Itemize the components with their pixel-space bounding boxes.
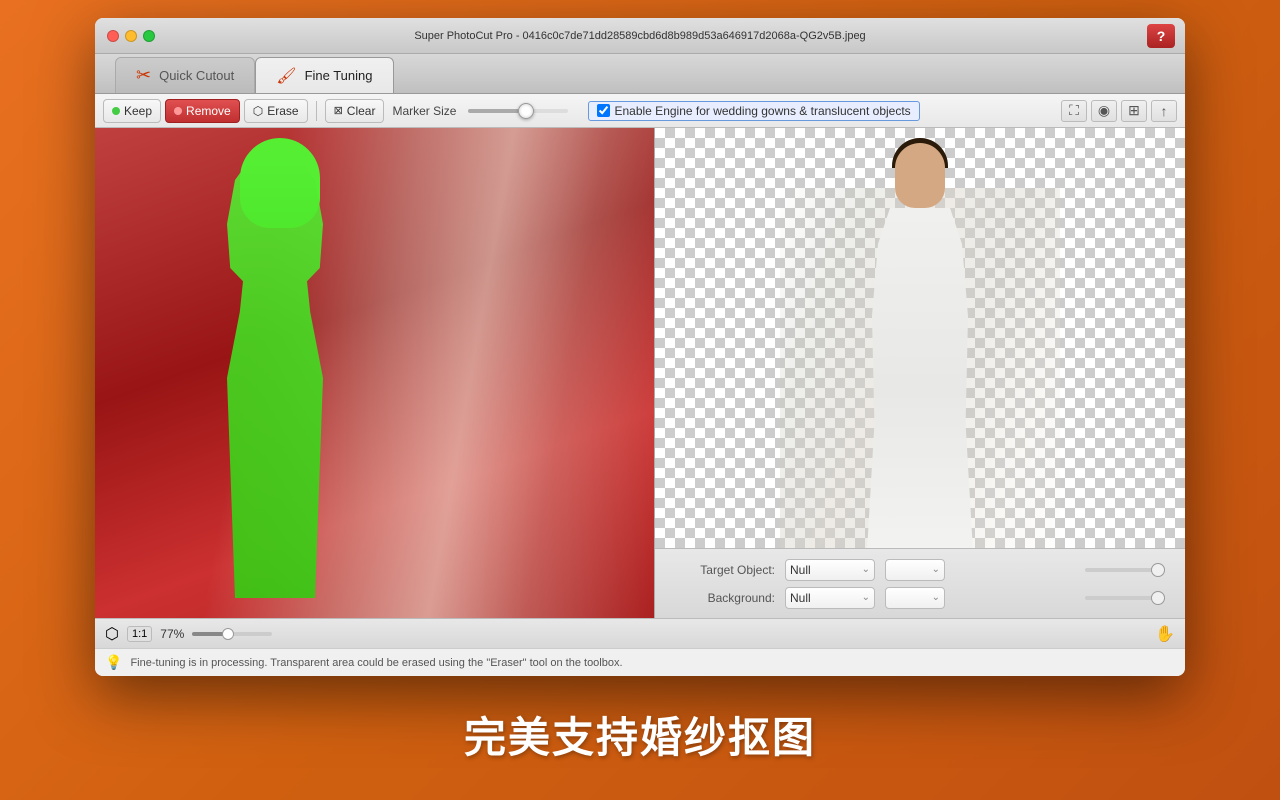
- color-view-button[interactable]: ◉: [1091, 100, 1117, 122]
- keep-dot: [112, 107, 120, 115]
- target-object-slider[interactable]: [1085, 568, 1165, 572]
- tab-quick-cutout[interactable]: ✂ Quick Cutout: [115, 57, 255, 93]
- keep-label: Keep: [124, 104, 152, 118]
- marker-size-slider[interactable]: [468, 109, 568, 113]
- result-head: [895, 143, 945, 208]
- bottom-caption: 完美支持婚纱抠图: [464, 704, 816, 765]
- target-object-value: Null: [790, 563, 811, 577]
- tab-quick-cutout-label: Quick Cutout: [159, 68, 234, 83]
- app-window: Super PhotoCut Pro - 0416c0c7de71dd28589…: [95, 18, 1185, 676]
- separator-1: [316, 101, 317, 121]
- target-object-2-arrow: ⌄: [932, 564, 940, 575]
- camera-icon[interactable]: ⬡: [105, 624, 119, 644]
- background-value: Null: [790, 591, 811, 605]
- title-bar: Super PhotoCut Pro - 0416c0c7de71dd28589…: [95, 18, 1185, 54]
- background-arrow: ⌄: [862, 592, 870, 603]
- window-title: Super PhotoCut Pro - 0416c0c7de71dd28589…: [414, 30, 865, 42]
- tab-fine-tuning[interactable]: 🖌 Fine Tuning: [255, 57, 393, 93]
- zoom-slider[interactable]: [192, 632, 272, 636]
- right-panel[interactable]: Target Object: Null ⌄ ⌄ Background:: [655, 128, 1185, 618]
- status-bar: 💡 Fine-tuning is in processing. Transpar…: [95, 648, 1185, 676]
- clear-button[interactable]: ⊠ Clear: [325, 99, 385, 123]
- clear-icon: ⊠: [334, 104, 343, 117]
- background-label: Background:: [675, 591, 775, 605]
- remove-label: Remove: [186, 104, 231, 118]
- erase-label: Erase: [267, 104, 298, 118]
- target-object-arrow: ⌄: [862, 564, 870, 575]
- target-object-label: Target Object:: [675, 563, 775, 577]
- background-select[interactable]: Null ⌄: [785, 587, 875, 609]
- clear-label: Clear: [347, 104, 376, 118]
- tab-fine-tuning-label: Fine Tuning: [305, 68, 373, 83]
- target-object-row: Target Object: Null ⌄ ⌄: [675, 559, 1165, 581]
- remove-button[interactable]: Remove: [165, 99, 240, 123]
- lightbulb-icon: 💡: [105, 654, 122, 671]
- target-object-slider-thumb: [1151, 563, 1165, 577]
- target-object-select[interactable]: Null ⌄: [785, 559, 875, 581]
- background-slider[interactable]: [1085, 596, 1165, 600]
- status-message: Fine-tuning is in processing. Transparen…: [130, 657, 622, 669]
- zoom-1-1-button[interactable]: 1:1: [127, 626, 152, 642]
- engine-checkbox-text: Enable Engine for wedding gowns & transl…: [614, 104, 910, 118]
- background-row: Background: Null ⌄ ⌄: [675, 587, 1165, 609]
- export-button[interactable]: ↑: [1151, 100, 1177, 122]
- right-bottom-controls: Target Object: Null ⌄ ⌄ Background:: [655, 548, 1185, 618]
- engine-checkbox-label[interactable]: Enable Engine for wedding gowns & transl…: [588, 101, 919, 121]
- help-button[interactable]: ?: [1147, 24, 1175, 48]
- tab-bar: ✂ Quick Cutout 🖌 Fine Tuning: [95, 54, 1185, 94]
- engine-checkbox-input[interactable]: [597, 104, 610, 117]
- minimize-button[interactable]: [125, 30, 137, 42]
- close-button[interactable]: [107, 30, 119, 42]
- result-figure: [780, 128, 1060, 588]
- eraser-icon: ⬡: [253, 104, 263, 118]
- toolbar-right: ⛶ ◉ ⊞ ↑: [1061, 100, 1177, 122]
- erase-button[interactable]: ⬡ Erase: [244, 99, 308, 123]
- background-select-2[interactable]: ⌄: [885, 587, 945, 609]
- left-panel[interactable]: [95, 128, 655, 618]
- toolbar: Keep Remove ⬡ Erase ⊠ Clear Marker Size: [95, 94, 1185, 128]
- traffic-lights: [107, 30, 155, 42]
- zoom-level: 77%: [160, 627, 184, 641]
- image-view-button[interactable]: ⊞: [1121, 100, 1147, 122]
- maximize-button[interactable]: [143, 30, 155, 42]
- background-2-arrow: ⌄: [932, 592, 940, 603]
- expand-view-button[interactable]: ⛶: [1061, 100, 1087, 122]
- result-dress: [860, 208, 980, 568]
- keep-button[interactable]: Keep: [103, 99, 161, 123]
- brush-icon: 🖌: [276, 66, 296, 86]
- bottom-bar: ⬡ 1:1 77% ✋: [95, 618, 1185, 648]
- marker-size-label: Marker Size: [392, 104, 456, 118]
- hand-tool-button[interactable]: ✋: [1155, 624, 1175, 644]
- main-content: Target Object: Null ⌄ ⌄ Background:: [95, 128, 1185, 618]
- zoom-slider-thumb: [222, 628, 234, 640]
- background-slider-thumb: [1151, 591, 1165, 605]
- remove-dot: [174, 107, 182, 115]
- target-object-select-2[interactable]: ⌄: [885, 559, 945, 581]
- veil-left-overlay: [95, 128, 654, 618]
- scissors-icon: ✂: [136, 65, 151, 86]
